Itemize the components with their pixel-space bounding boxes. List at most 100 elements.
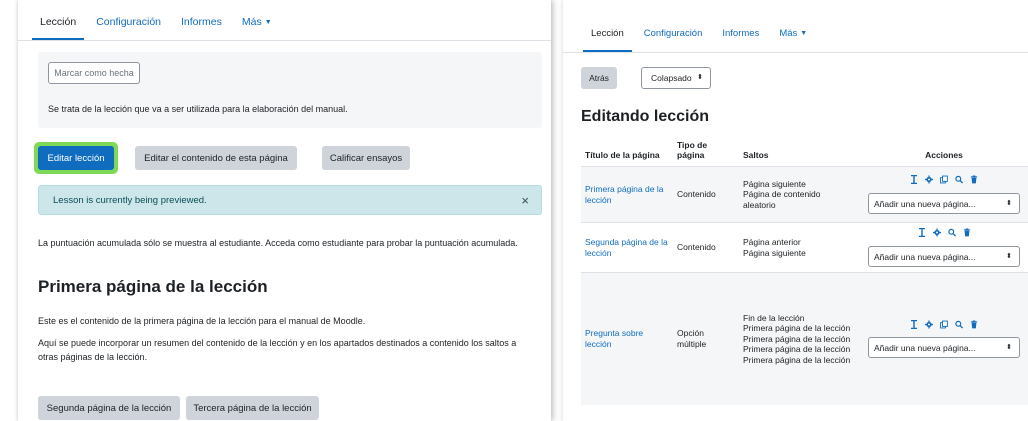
jump-label: Página de contenido aleatorio	[743, 189, 821, 210]
tab-label: Informes	[181, 16, 222, 28]
close-icon[interactable]: ×	[521, 193, 529, 208]
action-icons	[861, 319, 1027, 332]
third-page-button[interactable]: Tercera página de la lección	[186, 396, 319, 420]
table-row: Primera página de la lección Contenido Pág…	[581, 166, 1028, 223]
tab-label: Configuración	[96, 16, 161, 28]
lesson-tabs: Lección Configuración Informes Más ▼	[30, 4, 282, 40]
page-heading: Editando lección	[581, 108, 710, 125]
page-actions: Añadir una nueva página... ⬍	[857, 272, 1028, 405]
jump-label: Primera página de la lección	[743, 344, 851, 354]
gear-icon[interactable]	[925, 320, 933, 332]
select-value: Colapsado	[651, 73, 692, 83]
jump-label: Fin de la lección	[743, 312, 805, 323]
tab-label: Informes	[722, 27, 760, 39]
chevron-down-icon: ▼	[800, 29, 808, 37]
page-type: Opción múltiple	[673, 272, 739, 405]
preview-icon[interactable]	[955, 320, 963, 332]
page-title-link[interactable]: Pregunta sobre lección	[585, 328, 643, 349]
delete-icon[interactable]	[963, 228, 971, 240]
lesson-pages-table: Título de la página Tipo de página Salto…	[581, 136, 1028, 405]
delete-icon[interactable]	[970, 175, 978, 187]
tab-configuracion[interactable]: Configuración	[86, 4, 171, 40]
tabbar-divider	[563, 52, 1028, 53]
table-row: Segunda página de la lección Contenido Pág…	[581, 222, 1028, 273]
column-header: Título de la página	[585, 150, 660, 160]
action-icons	[861, 228, 1027, 240]
copy-icon[interactable]	[940, 320, 948, 332]
table-row: Pregunta sobre lección Opción múltiple Fin…	[581, 272, 1028, 405]
chevron-down-icon: ▼	[264, 18, 272, 26]
lesson-tabs: Lección Configuración Informes Más ▼	[581, 14, 817, 52]
tab-informes[interactable]: Informes	[712, 14, 769, 52]
tab-informes[interactable]: Informes	[171, 4, 232, 40]
tabbar-divider	[18, 40, 551, 41]
updown-arrow-icon: ⬍	[697, 74, 703, 81]
updown-arrow-icon: ⬍	[1006, 199, 1012, 207]
page-title: Primera página de la lección	[38, 277, 268, 296]
move-icon[interactable]	[918, 228, 926, 240]
tab-configuracion[interactable]: Configuración	[634, 14, 713, 52]
view-mode-select[interactable]: Colapsado ⬍	[641, 67, 711, 89]
copy-icon[interactable]	[940, 175, 948, 187]
column-header: Acciones	[925, 150, 963, 160]
jump-label: Página siguiente	[743, 247, 806, 258]
add-page-select[interactable]: Añadir una nueva página... ⬍	[868, 337, 1020, 358]
select-value: Añadir una nueva página...	[874, 251, 976, 262]
page-type: Contenido	[673, 166, 739, 223]
activity-description: Se trata de la lección que va a ser util…	[48, 104, 348, 114]
tab-leccion[interactable]: Lección	[30, 4, 86, 40]
move-icon[interactable]	[910, 319, 918, 332]
add-page-select[interactable]: Añadir una nueva página... ⬍	[868, 192, 1020, 214]
preview-icon[interactable]	[955, 175, 963, 187]
gear-icon[interactable]	[932, 228, 941, 240]
gear-icon[interactable]	[925, 175, 933, 187]
add-page-select[interactable]: Añadir una nueva página... ⬍	[868, 245, 1020, 267]
page-title-link[interactable]: Primera página de la lección	[585, 184, 663, 205]
page-actions: Añadir una nueva página... ⬍	[857, 222, 1028, 273]
page-type: Contenido	[673, 222, 739, 273]
tab-label: Configuración	[643, 27, 703, 39]
updown-arrow-icon: ⬍	[1006, 344, 1012, 351]
tab-mas[interactable]: Más ▼	[769, 14, 817, 52]
tab-label: Más	[779, 27, 798, 39]
column-header: Saltos	[743, 150, 769, 160]
jump-label: Primera página de la lección	[743, 354, 851, 365]
preview-icon[interactable]	[947, 228, 956, 240]
select-value: Añadir una nueva página...	[874, 198, 976, 209]
tab-label: Lección	[40, 16, 77, 28]
jump-label: Primera página de la lección	[743, 333, 851, 344]
preview-alert: Lesson is currently being previewed. ×	[38, 185, 542, 215]
edit-page-content-button[interactable]: Editar el contenido de esta página	[135, 146, 297, 170]
lesson-view-panel: Lección Configuración Informes Más ▼ Marc…	[18, 0, 551, 421]
page-content-paragraph: Aquí se puede incorporar un resumen del …	[38, 338, 517, 362]
table-header-row: Título de la página Tipo de página Salto…	[581, 136, 1028, 167]
action-icons	[861, 175, 1027, 187]
jump-label: Página anterior	[743, 237, 801, 247]
page-content-paragraph: Este es el contenido de la primera págin…	[38, 316, 366, 326]
tab-mas[interactable]: Más ▼	[232, 4, 282, 40]
move-icon[interactable]	[910, 175, 918, 187]
page-jumps: Página siguiente Página de contenido alea…	[739, 166, 857, 223]
page-title-link[interactable]: Segunda página de la lección	[585, 237, 668, 258]
tab-leccion[interactable]: Lección	[581, 14, 634, 52]
page-jumps: Fin de la lección Primera página de la le…	[739, 272, 857, 405]
score-note: La puntuación acumulada sólo se muestra …	[38, 238, 518, 248]
mark-done-button[interactable]: Marcar como hecha	[48, 62, 140, 84]
delete-icon[interactable]	[970, 320, 978, 332]
page-actions: Añadir una nueva página... ⬍	[857, 166, 1028, 223]
page-jumps: Página anterior Página siguiente	[739, 222, 857, 273]
tab-label: Lección	[591, 27, 624, 39]
alert-text: Lesson is currently being previewed.	[53, 194, 207, 206]
activity-info-box: Marcar como hecha Se trata de la lección…	[38, 52, 542, 128]
updown-arrow-icon: ⬍	[1006, 252, 1012, 260]
tab-label: Más	[241, 16, 262, 28]
grade-essays-button[interactable]: Calificar ensayos	[322, 146, 410, 170]
edit-lesson-button[interactable]: Editar lección	[38, 146, 114, 170]
edit-lesson-panel: Lección Configuración Informes Más ▼ Atrá…	[563, 0, 1028, 421]
second-page-button[interactable]: Segunda página de la lección	[38, 396, 180, 420]
jump-label: Página siguiente	[743, 178, 806, 189]
back-button[interactable]: Atrás	[581, 67, 617, 89]
column-header: Tipo de página	[677, 140, 708, 160]
select-value: Añadir una nueva página...	[874, 343, 976, 353]
jump-label: Primera página de la lección	[743, 323, 851, 333]
